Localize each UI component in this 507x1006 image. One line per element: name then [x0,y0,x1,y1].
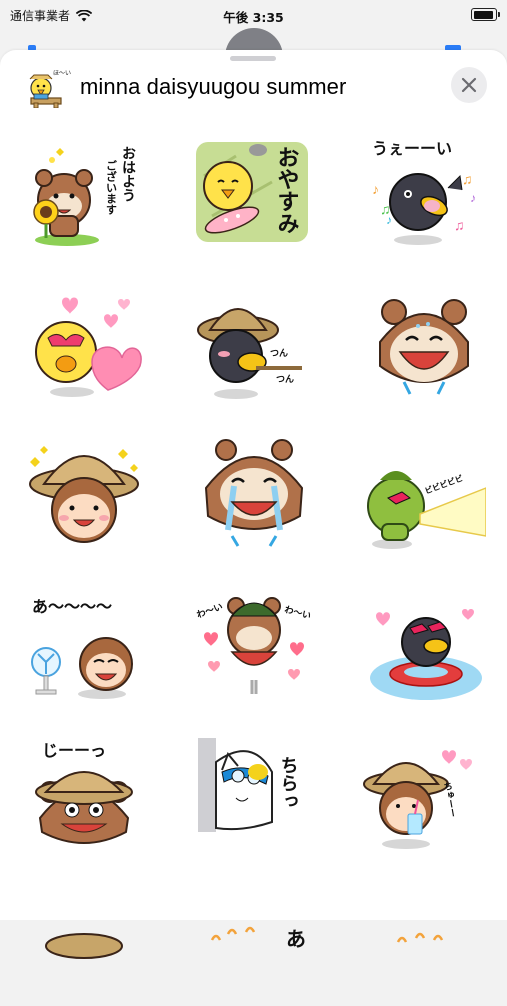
sticker-chick-hearts[interactable] [22,282,146,406]
sticker-1-line-2: ございます [105,159,118,215]
sticker-cat-peek[interactable]: ちらっ [192,732,316,856]
sticker-partial-3[interactable] [362,882,486,1006]
sticker-5-line-2: つん [276,374,294,385]
sticker-tanuki-hat-stare[interactable]: じーーっ [22,732,146,856]
sticker-monkey-fan[interactable]: あ〜〜〜〜 [22,582,146,706]
sticker-10-line-1: あ〜〜〜〜 [32,597,112,616]
sticker-chick-sleeping[interactable]: おやすみ [192,132,316,256]
sticker-15-line-1: ちゅーー [441,781,458,818]
svg-text:♪: ♪ [372,181,379,197]
sticker-monkey-drink[interactable]: ちゅーー [362,732,486,856]
sticker-tanuki-sunflower[interactable]: おはよう ございます [22,132,146,256]
sticker-tanuki-laughing[interactable] [362,282,486,406]
sticker-3-line-1: うぇーーい [372,139,452,158]
sticker-tanuki-crying[interactable] [192,432,316,556]
sticker-partial-1[interactable] [22,882,146,1006]
sheet-header: ほ〜い minna daisyuugou summer [0,60,507,112]
pack-icon: ほ〜い [29,70,71,108]
sticker-crow-hat-poke[interactable]: つん つん [192,282,316,406]
sticker-5-line-1: つん [270,348,288,359]
sticker-monkey-hat[interactable] [22,432,146,556]
sticker-13-line-1: じーーっ [42,741,106,760]
sticker-11-line-2: わ〜い [283,604,312,622]
sticker-sheet: ほ〜い minna daisyuugou summer おはよう ございます お… [0,50,507,959]
close-x-icon [461,77,477,93]
sticker-1-line-1: おはよう [120,146,136,202]
sticker-crow-music[interactable]: うぇーーい ♫ ♪ ♫ ♫ ♪ ♪ [362,132,486,256]
sticker-crow-float[interactable] [362,582,486,706]
close-button[interactable] [451,67,487,103]
sticker-2-line-1: おやすみ [274,146,300,234]
svg-text:♫: ♫ [454,217,465,233]
sticker-11-line-1: わ〜い [195,601,224,621]
svg-text:♫: ♫ [462,171,473,187]
sticker-17-line-1: あ [286,927,306,951]
sticker-kappa-beam[interactable]: ビビビビビ [362,432,486,556]
pack-icon-caption: ほ〜い [53,70,71,77]
sticker-tanuki-watermelon[interactable]: わ〜い わ〜い [192,582,316,706]
electric-fan-icon [31,647,61,695]
sticker-partial-2[interactable]: あ [192,882,316,1006]
sticker-9-line-1: ビビビビビ [423,473,464,496]
svg-text:♪: ♪ [470,191,476,205]
svg-text:♪: ♪ [386,213,392,227]
status-time: 午後 3:35 [223,10,284,25]
battery-icon [471,8,500,21]
sticker-14-line-1: ちらっ [278,756,299,810]
sheet-title: minna daisyuugou summer [80,74,347,99]
